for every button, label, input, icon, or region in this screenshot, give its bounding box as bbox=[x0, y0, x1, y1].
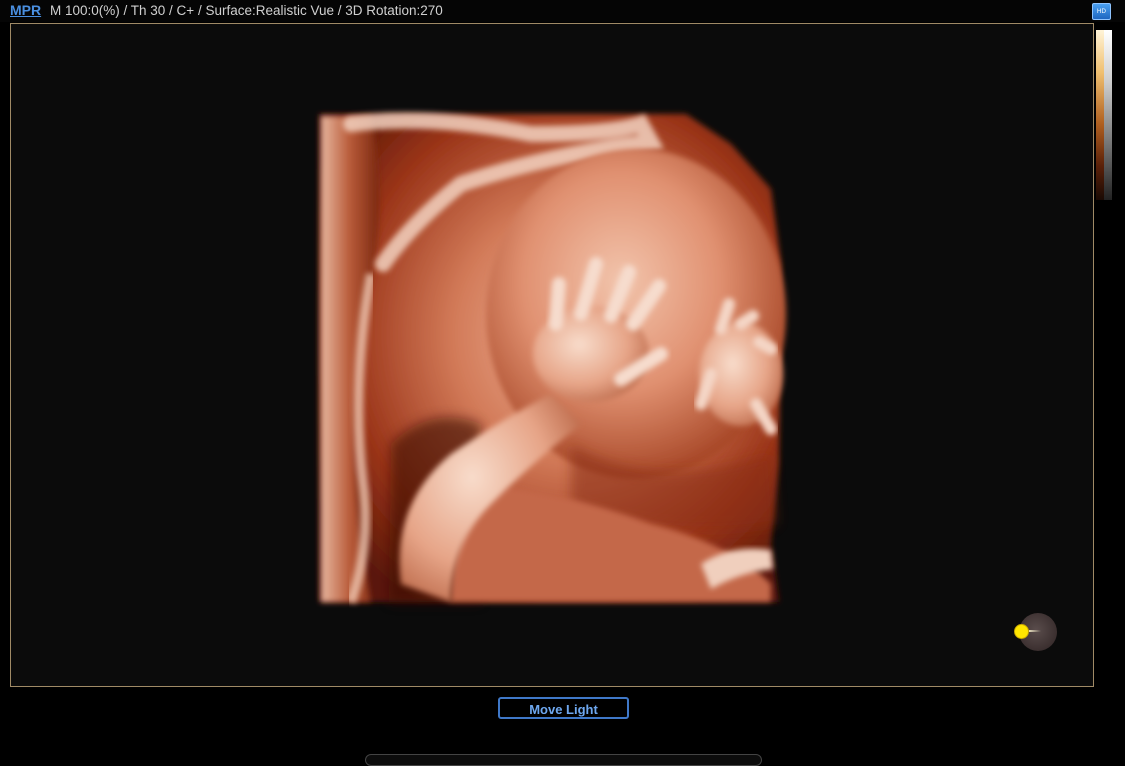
gray-scale bbox=[1104, 30, 1112, 200]
mpr-link[interactable]: MPR bbox=[10, 2, 41, 18]
fetus-surface-render bbox=[319, 112, 786, 604]
top-status-bar: MPR M 100:0(%) / Th 30 / C+ / Surface:Re… bbox=[0, 0, 1125, 22]
bottom-panel-tab[interactable] bbox=[365, 754, 762, 766]
color-scale bbox=[1096, 30, 1104, 200]
hdlive-icon[interactable]: HD bbox=[1092, 3, 1111, 20]
color-map-bar bbox=[1096, 30, 1112, 200]
light-source-icon[interactable] bbox=[1014, 624, 1029, 639]
3d-render-viewport[interactable] bbox=[10, 23, 1094, 687]
light-beam-indicator bbox=[1029, 630, 1041, 632]
move-light-button[interactable]: Move Light bbox=[498, 697, 629, 719]
render-parameters-text: M 100:0(%) / Th 30 / C+ / Surface:Realis… bbox=[50, 3, 443, 18]
